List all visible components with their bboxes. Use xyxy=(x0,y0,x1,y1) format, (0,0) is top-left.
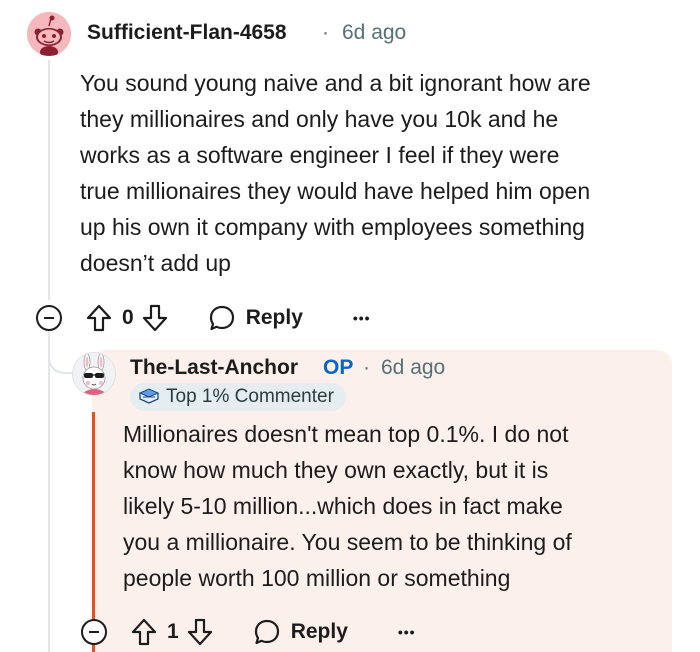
reply-timestamp: 6d ago xyxy=(381,356,446,379)
comment-actions: 0 Reply ••• xyxy=(36,303,371,333)
comment-line: up his own it company with employees som… xyxy=(80,214,585,240)
thread-line-reply xyxy=(48,332,50,652)
comment-line: doesn’t add up xyxy=(80,250,231,276)
reply-author[interactable]: The-Last-Anchor xyxy=(130,356,298,380)
badge-icon xyxy=(138,388,160,404)
top-commenter-badge: Top 1% Commenter xyxy=(130,383,346,411)
badge-label: Top 1% Commenter xyxy=(166,386,334,407)
comment-line: they millionaires and only have you 10k … xyxy=(80,106,559,132)
reply-line: Millionaires doesn't mean top 0.1%. I do… xyxy=(123,421,569,447)
reply-line: you a millionaire. You seem to be thinki… xyxy=(123,529,572,555)
reply-avatar[interactable] xyxy=(72,352,116,396)
comment-line: true millionaires they would have helped… xyxy=(80,178,591,204)
collapse-thread-button[interactable] xyxy=(36,305,62,331)
upvote-icon[interactable] xyxy=(86,304,112,332)
comment-timestamp: 6d ago xyxy=(342,21,407,44)
comment-line: You sound young naive and a bit ignorant… xyxy=(80,70,591,96)
thread-line xyxy=(48,60,50,300)
reply-line: people worth 100 million or something xyxy=(123,565,511,591)
downvote-icon[interactable] xyxy=(142,304,168,332)
vote-count: 1 xyxy=(167,620,179,643)
reply-button[interactable]: Reply xyxy=(208,304,303,332)
reply-label: Reply xyxy=(245,306,303,329)
thread-curve xyxy=(48,330,74,374)
reply-label: Reply xyxy=(290,620,348,643)
upvote-icon[interactable] xyxy=(131,618,157,646)
op-label: OP xyxy=(323,356,354,379)
bunny-avatar-icon xyxy=(73,353,115,395)
speech-bubble-icon xyxy=(209,305,234,331)
more-options-button[interactable]: ••• xyxy=(353,310,371,326)
minus-icon xyxy=(44,317,54,319)
downvote-icon[interactable] xyxy=(187,618,213,646)
avatar[interactable] xyxy=(27,12,71,56)
snoo-avatar-icon xyxy=(27,12,71,56)
collapse-reply-button[interactable] xyxy=(81,619,107,645)
more-options-button[interactable]: ••• xyxy=(398,624,416,640)
meta-separator: · xyxy=(322,21,329,44)
op-highlight-bar xyxy=(92,412,95,652)
minus-icon xyxy=(89,631,99,633)
speech-bubble-icon xyxy=(254,619,279,645)
comment-body: You sound young naive and a bit ignorant… xyxy=(80,65,680,281)
comment-line: works as a software engineer I feel if t… xyxy=(80,142,560,168)
vote-count: 0 xyxy=(122,306,134,329)
meta-separator: · xyxy=(363,356,370,379)
reply-button[interactable]: Reply xyxy=(253,618,348,646)
reply-line: know how much they own exactly, but it i… xyxy=(123,457,549,483)
reply-body: Millionaires doesn't mean top 0.1%. I do… xyxy=(123,416,663,596)
reply-actions: 1 Reply ••• xyxy=(81,617,416,647)
reply-line: likely 5-10 million...which does in fact… xyxy=(123,493,563,519)
comment-author[interactable]: Sufficient-Flan-4658 xyxy=(87,21,287,45)
